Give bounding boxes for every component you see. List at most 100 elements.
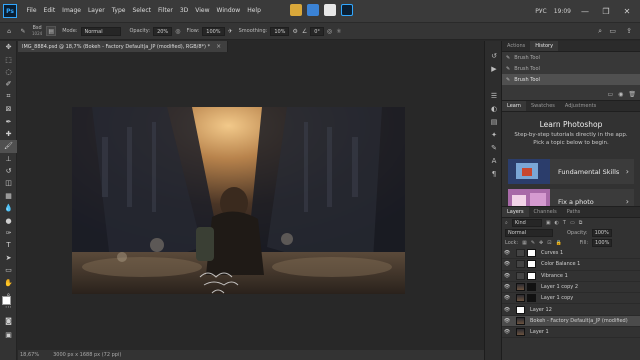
frame-tool-icon[interactable]: ⊠ bbox=[0, 103, 17, 115]
history-item[interactable]: ✎ Brush Tool bbox=[502, 63, 640, 74]
marquee-tool-icon[interactable]: ⬚ bbox=[0, 53, 17, 65]
visibility-eye-icon[interactable]: 👁 bbox=[502, 250, 512, 256]
airbrush-icon[interactable]: ✈ bbox=[228, 28, 233, 35]
quick-select-tool-icon[interactable]: ✐ bbox=[0, 78, 17, 90]
menu-filter[interactable]: Filter bbox=[155, 0, 177, 22]
restore-icon[interactable]: ❐ bbox=[599, 0, 613, 22]
history-item[interactable]: ✎ Brush Tool bbox=[502, 52, 640, 63]
visibility-eye-icon[interactable]: 👁 bbox=[502, 261, 512, 267]
filter-type-icon[interactable]: T bbox=[563, 220, 566, 226]
visibility-eye-icon[interactable]: 👁 bbox=[502, 273, 512, 279]
angle-input[interactable]: 0° bbox=[310, 26, 324, 36]
close-icon[interactable]: ✕ bbox=[620, 0, 634, 22]
layer-row[interactable]: 👁 Vibrance 1 bbox=[502, 271, 640, 282]
delete-icon[interactable]: 🗑 bbox=[628, 91, 636, 98]
pressure-size-icon[interactable]: ◎ bbox=[327, 28, 332, 35]
menu-help[interactable]: Help bbox=[244, 0, 265, 22]
libraries-panel-icon[interactable]: ▤ bbox=[485, 115, 503, 128]
actions-panel-icon[interactable]: ▶ bbox=[485, 62, 503, 75]
folder-icon[interactable] bbox=[290, 4, 302, 16]
menu-type[interactable]: Type bbox=[108, 0, 129, 22]
learn-card-fundamental-skills[interactable]: Fundamental Skills › bbox=[508, 159, 634, 184]
tab-learn[interactable]: Learn bbox=[502, 101, 526, 111]
clone-stamp-tool-icon[interactable]: ⊥ bbox=[0, 153, 17, 165]
character-panel-icon[interactable]: A bbox=[485, 154, 503, 167]
layer-row[interactable]: 👁 Layer 12 bbox=[502, 304, 640, 316]
filter-pixel-icon[interactable]: ▣ bbox=[546, 220, 551, 226]
brush-settings-icon[interactable]: ▤ bbox=[46, 26, 57, 36]
new-document-from-state-icon[interactable]: ▭ bbox=[607, 91, 613, 98]
menu-image[interactable]: Image bbox=[59, 0, 85, 22]
menu-select[interactable]: Select bbox=[129, 0, 155, 22]
eyedropper-tool-icon[interactable]: ✒ bbox=[0, 115, 17, 127]
yandex-icon[interactable] bbox=[324, 4, 336, 16]
close-icon[interactable]: × bbox=[216, 43, 221, 50]
layer-row[interactable]: 👁 Color Balance 1 bbox=[502, 259, 640, 271]
menu-3d[interactable]: 3D bbox=[176, 0, 191, 22]
gradient-tool-icon[interactable]: ▦ bbox=[0, 190, 17, 202]
opacity-input[interactable]: 20% bbox=[153, 26, 173, 36]
dodge-tool-icon[interactable]: ● bbox=[0, 214, 17, 226]
smoothing-input[interactable]: 10% bbox=[270, 26, 290, 36]
minimize-icon[interactable]: — bbox=[578, 0, 592, 22]
tab-swatches[interactable]: Swatches bbox=[526, 101, 560, 111]
tab-actions[interactable]: Actions bbox=[502, 41, 530, 51]
language-indicator[interactable]: РУС bbox=[535, 8, 546, 15]
layer-fill-input[interactable]: 100% bbox=[592, 239, 613, 247]
pen-tool-icon[interactable]: ✑ bbox=[0, 227, 17, 239]
visibility-eye-icon[interactable]: 👁 bbox=[502, 307, 512, 313]
menu-file[interactable]: File bbox=[23, 0, 40, 22]
menu-view[interactable]: View bbox=[192, 0, 213, 22]
lock-all-icon[interactable]: 🔒 bbox=[555, 240, 561, 246]
layer-opacity-input[interactable]: 100% bbox=[591, 229, 612, 237]
healing-brush-tool-icon[interactable]: ✚ bbox=[0, 128, 17, 140]
history-panel-icon[interactable]: ↺ bbox=[485, 49, 503, 62]
color-swatches[interactable] bbox=[2, 296, 15, 309]
ps-taskbar-icon[interactable] bbox=[341, 4, 353, 16]
type-tool-icon[interactable]: T bbox=[0, 239, 17, 251]
foreground-color[interactable] bbox=[2, 296, 11, 305]
document-info[interactable]: 3000 px x 1688 px (72 ppi) bbox=[53, 352, 121, 358]
visibility-eye-icon[interactable]: 👁 bbox=[502, 318, 512, 324]
tab-history[interactable]: History bbox=[530, 41, 559, 51]
layer-row[interactable]: 👁 Layer 1 copy bbox=[502, 293, 640, 305]
quick-mask-icon[interactable]: ◙ bbox=[0, 315, 17, 327]
document-tab[interactable]: IMG_8884.psd @ 18,7% (Bokeh - Factory De… bbox=[18, 41, 229, 52]
tab-channels[interactable]: Channels bbox=[529, 207, 562, 217]
adjustments-panel-icon[interactable]: ◐ bbox=[485, 102, 503, 115]
menu-layer[interactable]: Layer bbox=[84, 0, 108, 22]
lock-artboard-icon[interactable]: ⊡ bbox=[547, 240, 551, 246]
blur-tool-icon[interactable]: 💧 bbox=[0, 202, 17, 214]
symmetry-icon[interactable]: ⚛ bbox=[336, 28, 341, 35]
path-selection-tool-icon[interactable]: ➤ bbox=[0, 252, 17, 264]
lock-transparent-icon[interactable]: ▦ bbox=[522, 240, 527, 246]
layer-row[interactable]: 👁 Layer 1 copy 2 bbox=[502, 282, 640, 294]
properties-panel-icon[interactable]: ☰ bbox=[485, 89, 503, 102]
layer-filter-select[interactable]: Kind bbox=[511, 219, 542, 227]
hand-tool-icon[interactable]: ✋ bbox=[0, 276, 17, 288]
pressure-opacity-icon[interactable]: ◎ bbox=[175, 28, 180, 35]
layer-row[interactable]: 👁 Curves 1 bbox=[502, 248, 640, 260]
crop-tool-icon[interactable]: ⌗ bbox=[0, 91, 17, 103]
tab-layers[interactable]: Layers bbox=[502, 207, 529, 217]
workspace-icon[interactable]: ▭ bbox=[609, 27, 616, 35]
home-icon[interactable]: ⌂ bbox=[4, 26, 14, 36]
blend-mode-select[interactable]: Normal bbox=[505, 229, 553, 237]
lock-position-icon[interactable]: ✥ bbox=[539, 240, 543, 246]
snapshot-icon[interactable]: ◉ bbox=[618, 91, 623, 98]
filter-shape-icon[interactable]: ▭ bbox=[570, 220, 575, 226]
filter-adjust-icon[interactable]: ◐ bbox=[555, 220, 559, 226]
image-canvas[interactable] bbox=[72, 107, 405, 294]
mode-select[interactable]: Normal bbox=[80, 26, 121, 36]
menu-edit[interactable]: Edit bbox=[40, 0, 59, 22]
layer-row[interactable]: 👁 Layer 1 bbox=[502, 327, 640, 339]
layer-row[interactable]: 👁 Bokeh - Factory Default|a_JP (modified) bbox=[502, 315, 640, 328]
eraser-tool-icon[interactable]: ◫ bbox=[0, 177, 17, 189]
history-brush-tool-icon[interactable]: ↺ bbox=[0, 165, 17, 177]
visibility-eye-icon[interactable]: 👁 bbox=[502, 295, 512, 301]
visibility-eye-icon[interactable]: 👁 bbox=[502, 329, 512, 335]
styles-panel-icon[interactable]: ✦ bbox=[485, 128, 503, 141]
screen-mode-icon[interactable]: ▣ bbox=[0, 329, 17, 341]
filter-smart-icon[interactable]: ⧉ bbox=[579, 220, 583, 226]
move-tool-icon[interactable]: ✥ bbox=[0, 41, 17, 53]
